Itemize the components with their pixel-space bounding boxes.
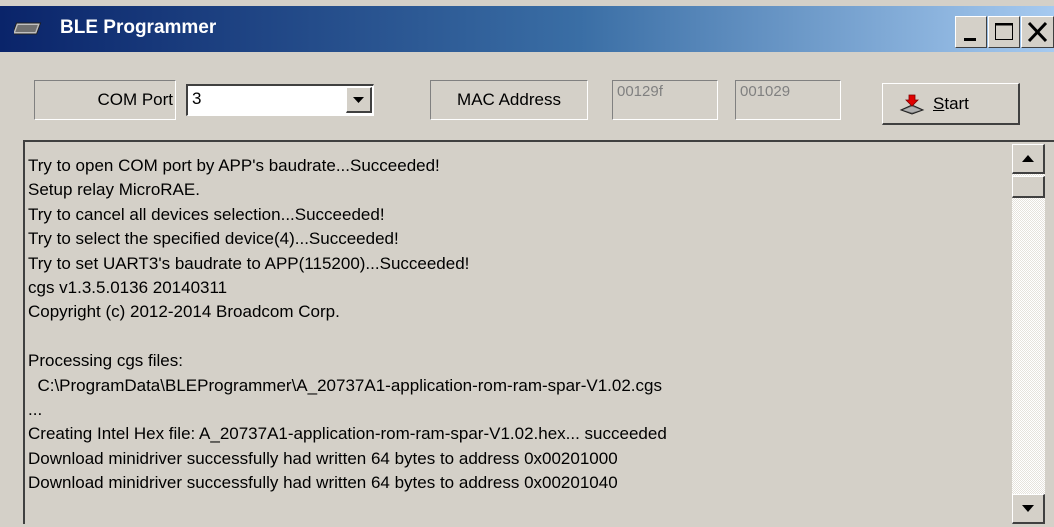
log-line: Try to set UART3's baudrate to APP(11520… bbox=[28, 253, 470, 273]
log-line: Download minidriver successfully had wri… bbox=[28, 448, 618, 468]
log-line: Processing cgs files: bbox=[28, 351, 183, 371]
start-button[interactable]: Start bbox=[882, 83, 1020, 125]
scroll-thumb[interactable] bbox=[1012, 176, 1045, 198]
log-line: cgs v1.3.5.0136 20140311 bbox=[28, 278, 228, 298]
window-title: BLE Programmer bbox=[60, 17, 217, 38]
mac-address-label: MAC Address bbox=[430, 80, 588, 120]
chevron-down-icon bbox=[353, 97, 364, 103]
log-line: Try to cancel all devices selection...Su… bbox=[28, 204, 385, 224]
log-lines: Try to open COM port by APP's baudrate..… bbox=[28, 154, 1008, 496]
close-button[interactable] bbox=[1021, 16, 1054, 48]
close-icon bbox=[1027, 21, 1048, 43]
log-line: C:\ProgramData\BLEProgrammer\A_20737A1-a… bbox=[28, 375, 662, 395]
start-button-label: Start bbox=[933, 94, 969, 113]
maximize-button[interactable] bbox=[988, 16, 1020, 48]
mac-address-field-1[interactable]: 00129f bbox=[612, 80, 718, 120]
log-line: Download minidriver successfully had wri… bbox=[28, 473, 618, 493]
title-bar[interactable]: BLE Programmer bbox=[0, 6, 1054, 52]
com-port-select[interactable]: 3 bbox=[186, 84, 374, 116]
minimize-button[interactable] bbox=[955, 16, 987, 48]
log-line: Copyright (c) 2012-2014 Broadcom Corp. bbox=[28, 302, 340, 322]
log-output[interactable]: Try to open COM port by APP's baudrate..… bbox=[23, 140, 1054, 524]
log-line: Creating Intel Hex file: A_20737A1-appli… bbox=[28, 424, 667, 444]
ble-programmer-window: BLE Programmer COM Port 3 MAC Address 00… bbox=[0, 0, 1054, 524]
log-line: Setup relay MicroRAE. bbox=[28, 180, 200, 200]
arrow-up-icon bbox=[1022, 155, 1034, 162]
arrow-down-icon bbox=[1022, 505, 1034, 512]
minimize-icon bbox=[964, 38, 976, 41]
com-port-dropdown-button[interactable] bbox=[346, 87, 372, 113]
scroll-down-button[interactable] bbox=[1012, 494, 1045, 524]
log-scrollbar[interactable] bbox=[1012, 144, 1045, 524]
com-port-value: 3 bbox=[192, 89, 202, 108]
programmer-download-icon bbox=[899, 94, 925, 115]
maximize-icon bbox=[995, 23, 1013, 40]
log-line: ... bbox=[28, 400, 43, 420]
mac-address-field-2[interactable]: 001029 bbox=[735, 80, 841, 120]
com-port-label: COM Port bbox=[34, 80, 176, 120]
log-line: Try to select the specified device(4)...… bbox=[28, 229, 399, 249]
chip-icon bbox=[14, 22, 42, 35]
log-line: Try to open COM port by APP's baudrate..… bbox=[28, 156, 440, 175]
scroll-up-button[interactable] bbox=[1012, 144, 1045, 174]
